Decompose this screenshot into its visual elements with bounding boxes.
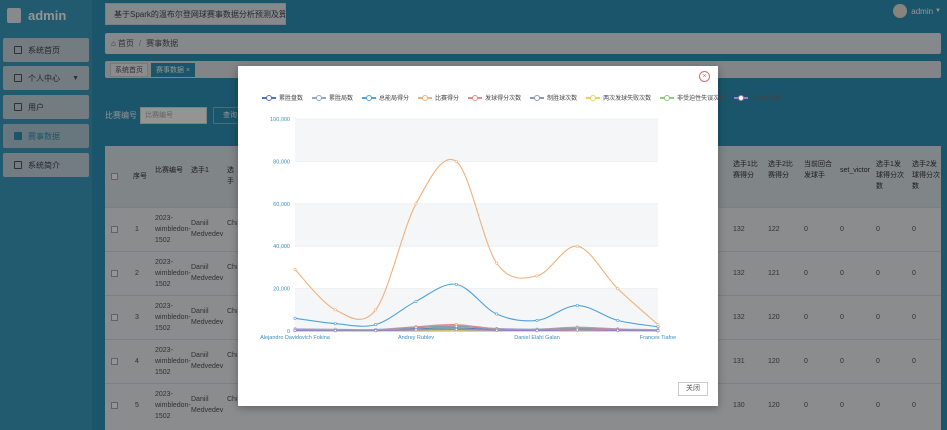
y-tick-label: 80,000 <box>273 159 290 165</box>
data-point <box>293 329 297 333</box>
data-point <box>414 328 418 332</box>
grid-band <box>295 288 658 331</box>
legend-item[interactable]: 上网球次数 <box>734 93 781 102</box>
y-tick-label: 20,000 <box>273 287 290 293</box>
data-point <box>575 328 579 332</box>
data-point <box>535 329 539 333</box>
data-point <box>495 312 499 316</box>
grid-band <box>295 119 658 162</box>
data-point <box>374 308 378 312</box>
data-point <box>333 329 337 333</box>
data-point <box>333 308 337 312</box>
x-tick-label: Daniel Elahi Galan <box>514 335 560 341</box>
data-point <box>616 318 620 322</box>
data-point <box>454 282 458 286</box>
data-point <box>293 316 297 320</box>
data-point <box>535 274 539 278</box>
close-button[interactable]: 关闭 <box>678 382 708 396</box>
data-point <box>656 323 660 327</box>
line-chart: 020,00040,00060,00080,000100,000Alejandr… <box>260 117 676 341</box>
x-tick-label: Andrey Rublev <box>398 335 434 341</box>
data-point <box>495 261 499 265</box>
data-point <box>414 299 418 303</box>
legend-marker <box>734 94 749 101</box>
data-point <box>454 159 458 163</box>
data-point <box>575 244 579 248</box>
y-tick-label: 100,000 <box>270 117 290 123</box>
chart-modal: 累胜盘数 累胜局数 总能局得分 比赛得分 发球得分次数 制胜球次数 两次发球失败次数 非受迫性… <box>238 66 781 406</box>
close-icon[interactable]: × <box>699 71 710 82</box>
data-point <box>535 318 539 322</box>
x-tick-label: Frances Tiafoe <box>640 335 676 341</box>
data-point <box>293 268 297 272</box>
data-point <box>454 328 458 332</box>
data-point <box>374 323 378 327</box>
data-point <box>454 324 458 328</box>
x-tick-label: Alejandro Davidovich Fokina <box>260 335 331 341</box>
y-tick-label: 60,000 <box>273 202 290 208</box>
data-point <box>575 304 579 308</box>
legend-label: 上网球次数 <box>751 96 782 102</box>
data-point <box>616 287 620 291</box>
data-point <box>333 322 337 326</box>
y-tick-label: 40,000 <box>273 244 290 250</box>
data-point <box>374 329 378 333</box>
data-point <box>656 329 660 333</box>
data-point <box>495 328 499 332</box>
data-point <box>414 202 418 206</box>
data-point <box>616 328 620 332</box>
